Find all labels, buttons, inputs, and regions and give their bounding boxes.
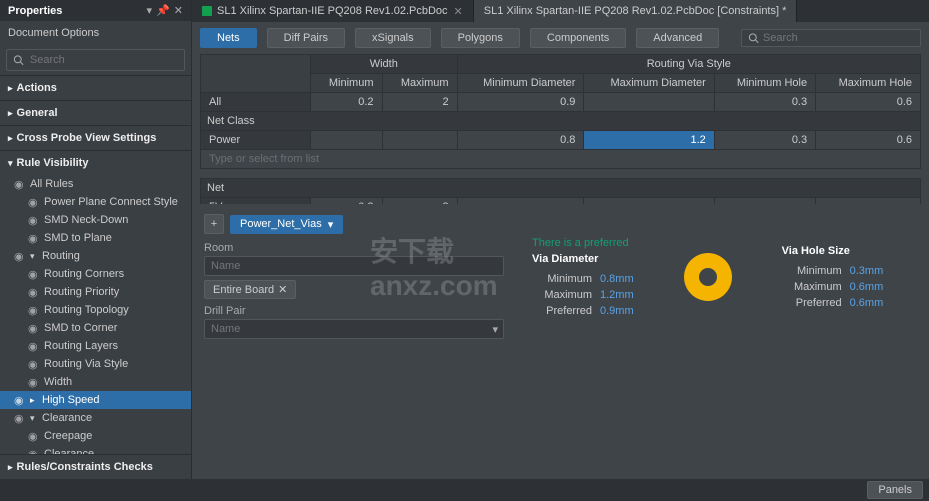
properties-search-input[interactable] xyxy=(28,52,178,68)
document-tab-label: SL1 Xilinx Spartan-IIE PQ208 Rev1.02.Pcb… xyxy=(484,5,787,17)
add-button[interactable]: + xyxy=(204,214,224,234)
search-icon xyxy=(748,32,759,44)
drill-pair-label: Drill Pair xyxy=(204,305,504,317)
tree-item[interactable]: ◉SMD to Plane xyxy=(0,229,191,247)
section-actions[interactable]: ▸Actions xyxy=(0,76,191,100)
col-min-hole[interactable]: Minimum Hole xyxy=(714,74,815,93)
via-dia-pref[interactable]: 0.9mm xyxy=(600,305,634,317)
col-group-width: Width xyxy=(311,55,458,74)
grid-row-power[interactable]: Power 0.81.2 0.30.6 xyxy=(201,131,921,150)
document-tab[interactable]: SL1 Xilinx Spartan-IIE PQ208 Rev1.02.Pcb… xyxy=(474,0,798,22)
document-tab-label: SL1 Xilinx Spartan-IIE PQ208 Rev1.02.Pcb… xyxy=(217,5,448,17)
via-hole-pref[interactable]: 0.6mm xyxy=(850,297,884,309)
filter-search-input[interactable] xyxy=(763,32,914,44)
constraints-grid[interactable]: Width Routing Via Style Minimum Maximum … xyxy=(192,54,929,204)
tree-item[interactable]: ◉Routing Layers xyxy=(0,337,191,355)
drill-pair-select[interactable] xyxy=(204,319,504,339)
tree-item[interactable]: ◉Routing Via Style xyxy=(0,355,191,373)
properties-search[interactable] xyxy=(6,49,185,71)
grid-row-all[interactable]: All 0.22 0.9 0.30.6 xyxy=(201,93,921,112)
via-hole-block: Via Hole Size Minimum0.3mm Maximum0.6mm … xyxy=(782,245,884,309)
tree-routing[interactable]: ◉▾Routing xyxy=(0,247,191,265)
preferred-label: There is a preferred xyxy=(532,237,634,249)
col-max-hole[interactable]: Maximum Hole xyxy=(816,74,921,93)
chevron-down-icon[interactable]: ▾ xyxy=(492,323,498,336)
document-options-label: Document Options xyxy=(0,21,191,45)
tree-item[interactable]: ◉Power Plane Connect Style xyxy=(0,193,191,211)
scope-chip[interactable]: Entire Board✕ xyxy=(204,280,296,299)
close-icon[interactable]: ✕ xyxy=(174,4,183,17)
tree-item[interactable]: ◉Width xyxy=(0,373,191,391)
tree-item[interactable]: ◉Routing Topology xyxy=(0,301,191,319)
status-bar: Panels xyxy=(0,479,929,501)
via-dia-min[interactable]: 0.8mm xyxy=(600,273,634,285)
tree-all-rules[interactable]: ◉All Rules xyxy=(0,175,191,193)
col-min[interactable]: Minimum xyxy=(311,74,383,93)
filter-components[interactable]: Components xyxy=(530,28,626,48)
pushpin-icon[interactable]: 📌 xyxy=(156,4,170,17)
grid-section-net[interactable]: Net xyxy=(201,179,921,198)
via-hole-max[interactable]: 0.6mm xyxy=(850,281,884,293)
properties-panel: Properties ▾ 📌 ✕ Document Options ▸Actio… xyxy=(0,0,192,479)
via-hole-title: Via Hole Size xyxy=(782,245,884,257)
col-group-via: Routing Via Style xyxy=(457,55,920,74)
via-hole-min[interactable]: 0.3mm xyxy=(850,265,884,277)
room-input[interactable] xyxy=(204,256,504,276)
room-label: Room xyxy=(204,242,504,254)
pcb-icon xyxy=(202,6,212,16)
filter-bar: Nets Diff Pairs xSignals Polygons Compon… xyxy=(192,22,929,54)
properties-header: Properties ▾ 📌 ✕ xyxy=(0,0,191,21)
col-min-dia[interactable]: Minimum Diameter xyxy=(457,74,584,93)
panels-button[interactable]: Panels xyxy=(867,481,923,499)
pin-icon[interactable]: ▾ xyxy=(147,4,153,17)
filter-diff-pairs[interactable]: Diff Pairs xyxy=(267,28,345,48)
filter-advanced[interactable]: Advanced xyxy=(636,28,719,48)
grid-section-net-class[interactable]: Net Class xyxy=(201,112,921,131)
col-max[interactable]: Maximum xyxy=(382,74,457,93)
close-icon[interactable]: ✕ xyxy=(278,283,287,296)
section-cross-probe[interactable]: ▸Cross Probe View Settings xyxy=(0,126,191,150)
via-rule-tab[interactable]: Power_Net_Vias ▾ xyxy=(230,215,343,234)
close-icon[interactable]: ✕ xyxy=(454,5,463,18)
filter-search[interactable] xyxy=(741,29,921,47)
via-diameter-block: There is a preferred Via Diameter Minimu… xyxy=(532,237,634,317)
col-max-dia[interactable]: Maximum Diameter xyxy=(584,74,714,93)
tree-item[interactable]: ◉SMD Neck-Down xyxy=(0,211,191,229)
chevron-down-icon: ▾ xyxy=(328,218,334,231)
via-dia-max[interactable]: 1.2mm xyxy=(600,289,634,301)
via-graphic xyxy=(684,253,732,301)
filter-nets[interactable]: Nets xyxy=(200,28,257,48)
tree-item[interactable]: ◉Creepage xyxy=(0,427,191,445)
tree-clearance[interactable]: ◉▾Clearance xyxy=(0,409,191,427)
document-tab[interactable]: SL1 Xilinx Spartan-IIE PQ208 Rev1.02.Pcb… xyxy=(192,0,474,22)
section-rules-checks[interactable]: ▸Rules/Constraints Checks xyxy=(0,455,191,479)
section-general[interactable]: ▸General xyxy=(0,101,191,125)
section-rule-visibility[interactable]: ▾Rule Visibility xyxy=(0,151,191,175)
tree-item[interactable]: ◉Routing Corners xyxy=(0,265,191,283)
filter-xsignals[interactable]: xSignals xyxy=(355,28,431,48)
via-diameter-title: Via Diameter xyxy=(532,253,634,265)
tree-item[interactable]: ◉Routing Priority xyxy=(0,283,191,301)
tree-high-speed[interactable]: ◉▸High Speed xyxy=(0,391,191,409)
tree-item[interactable]: ◉Clearance xyxy=(0,445,191,454)
properties-title: Properties xyxy=(8,5,62,17)
rule-tree[interactable]: ◉All Rules ◉Power Plane Connect Style ◉S… xyxy=(0,175,191,454)
document-tabs: SL1 Xilinx Spartan-IIE PQ208 Rev1.02.Pcb… xyxy=(192,0,929,22)
content-area: SL1 Xilinx Spartan-IIE PQ208 Rev1.02.Pcb… xyxy=(192,0,929,479)
grid-placeholder[interactable]: Type or select from list xyxy=(201,150,921,169)
filter-polygons[interactable]: Polygons xyxy=(441,28,520,48)
search-icon xyxy=(13,54,24,66)
via-detail-panel: + Power_Net_Vias ▾ Room Entire Board✕ Dr… xyxy=(192,204,929,349)
tree-item[interactable]: ◉SMD to Corner xyxy=(0,319,191,337)
